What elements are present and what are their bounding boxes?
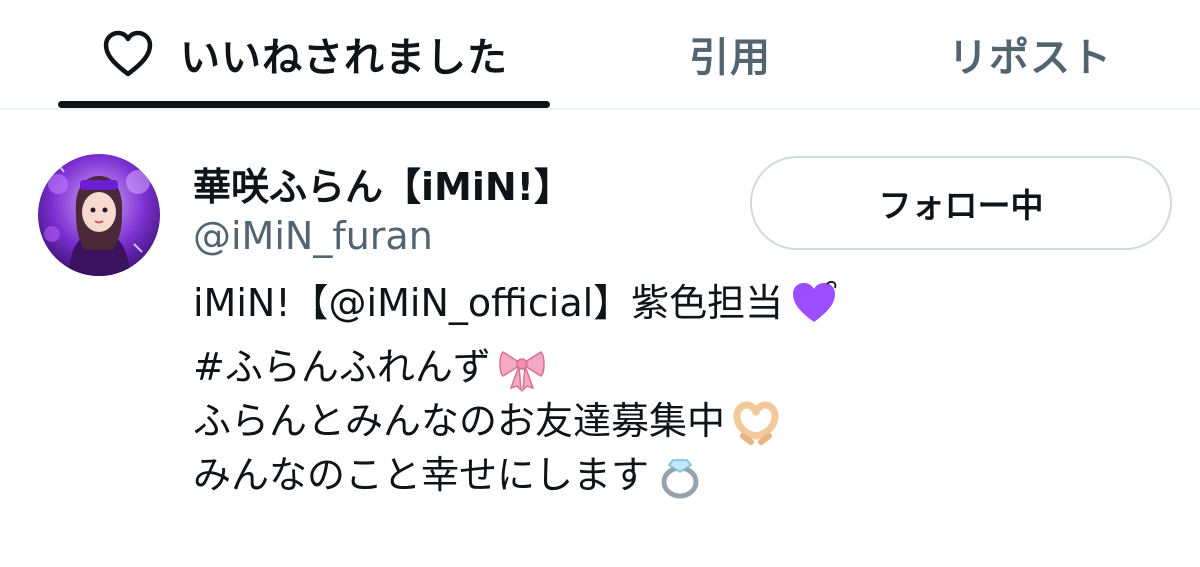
bio-text: iMiN!【@iMiN_official】紫色担当 [193,281,784,325]
bio-line: みんなのこと幸せにします [193,448,1183,502]
user-handle[interactable]: @iMiN_furan [193,214,433,258]
following-button[interactable]: フォロー中 [750,156,1172,250]
bio-text: みんなのこと幸せにします [193,453,650,497]
bio-line: iMiN!【@iMiN_official】紫色担当 [193,276,1183,330]
tab-repost[interactable]: リポスト [900,0,1160,108]
display-name[interactable]: 華咲ふらん【iMiN!】 [193,156,572,211]
tab-repost-label: リポスト [948,35,1112,81]
purple-heart-icon [789,278,839,328]
heart-hands-icon [731,396,781,446]
user-cell[interactable]: 華咲ふらん【iMiN!】 @iMiN_furan フォロー中 iMiN!【@iM… [0,112,1200,567]
active-tab-indicator [58,101,550,108]
heart-outline-icon [103,30,153,77]
bio-hashtag[interactable]: #ふらんふれんず [193,340,491,394]
user-bio: iMiN!【@iMiN_official】紫色担当 #ふらんふれんず ふらんとみ… [193,276,1183,502]
tab-bar: いいねされました 引用 リポスト [0,0,1200,110]
bio-line: ふらんとみんなのお友達募集中 [193,394,1183,448]
tab-liked-label: いいねされました [180,35,508,81]
ribbon-icon [497,342,547,392]
tab-quote[interactable]: 引用 [600,0,860,108]
ring-icon [655,450,705,500]
bio-line: #ふらんふれんず [193,340,1183,394]
tab-liked[interactable]: いいねされました [60,0,550,108]
tab-quote-label: 引用 [689,35,771,81]
avatar[interactable] [38,154,160,276]
bio-text: ふらんとみんなのお友達募集中 [193,399,726,443]
